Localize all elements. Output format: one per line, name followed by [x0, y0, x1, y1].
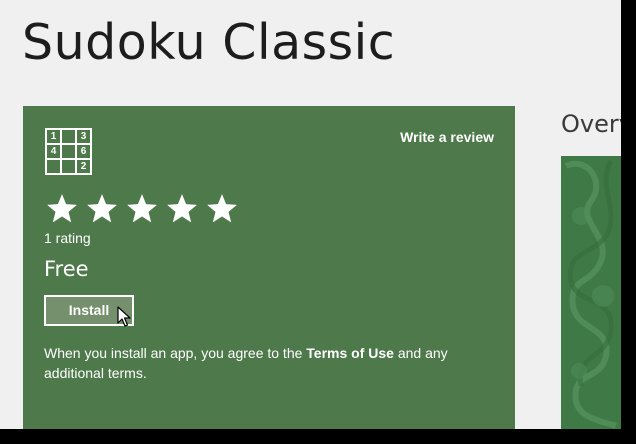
star-icon	[167, 194, 197, 223]
star-icon	[87, 194, 117, 223]
terms-text: When you install an app, you agree to th…	[44, 343, 504, 383]
mouse-pointer-icon	[117, 306, 131, 327]
screenshot-thumbnail[interactable]	[561, 156, 621, 429]
sudoku-grid-icon: 1 3 4 6 2	[45, 128, 92, 175]
rating-count: 1 rating	[44, 230, 91, 246]
write-review-link[interactable]: Write a review	[400, 129, 494, 145]
star-icon	[127, 194, 157, 223]
icon-cell: 2	[76, 159, 91, 174]
icon-cell: 1	[46, 129, 61, 144]
star-icon	[207, 194, 237, 223]
terms-prefix: When you install an app, you agree to th…	[44, 345, 307, 361]
overview-heading: Overv	[561, 110, 621, 138]
icon-cell: 6	[76, 144, 91, 159]
price-label: Free	[44, 257, 89, 281]
icon-cell	[61, 144, 76, 159]
star-rating	[42, 192, 242, 226]
store-app-page: Sudoku Classic 1 3 4 6 2 Write a review …	[0, 0, 621, 429]
app-info-panel: 1 3 4 6 2 Write a review 1 rating Free I…	[23, 106, 515, 429]
page-title: Sudoku Classic	[22, 14, 396, 71]
terms-of-use-link[interactable]: Terms of Use	[306, 345, 394, 361]
icon-cell: 4	[46, 144, 61, 159]
star-icon	[47, 194, 77, 223]
icon-cell	[46, 159, 61, 174]
icon-cell	[61, 159, 76, 174]
icon-cell	[61, 129, 76, 144]
icon-cell: 3	[76, 129, 91, 144]
